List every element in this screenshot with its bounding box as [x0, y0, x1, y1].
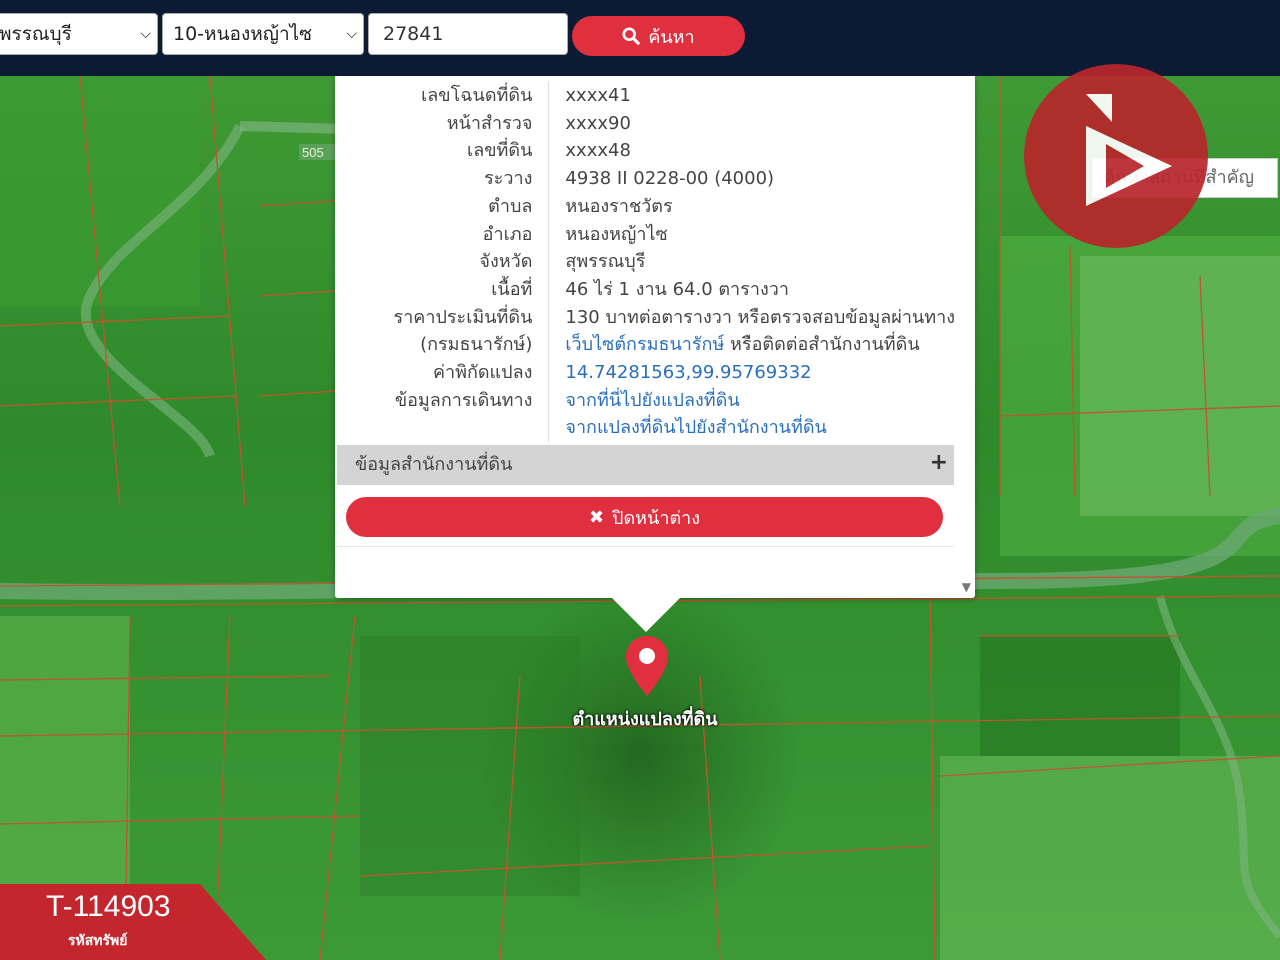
- search-icon: [622, 27, 641, 45]
- info-row: (กรมธนารักษ์) เว็บไซต์กรมธนารักษ์ หรือติ…: [337, 331, 955, 360]
- price-text-continued: หรือติดต่อสำนักงานที่ดิน: [730, 334, 920, 356]
- property-code-label: รหัสทรัพย์: [68, 933, 128, 949]
- info-value: xxxx41: [565, 85, 631, 106]
- brand-logo-mark: [1086, 94, 1172, 206]
- scroll-down-arrow-icon[interactable]: ▼: [962, 580, 971, 594]
- info-label: ระวาง: [337, 165, 550, 193]
- info-label: หน้าสำรวจ: [337, 109, 550, 138]
- search-button-label: ค้นหา: [648, 26, 695, 48]
- info-value: 4938 II 0228-00 (4000): [565, 168, 775, 190]
- district-select-value: 10-หนองหญ้าไซ: [173, 23, 313, 45]
- info-row: จากแปลงที่ดินไปยังสำนักงานที่ดิน: [337, 414, 955, 443]
- price-label: ราคาประเมินที่ดิน: [337, 303, 550, 332]
- property-code: T-114903: [46, 890, 171, 923]
- price-text: 130 บาทต่อตารางวา หรือตรวจสอบข้อมูลผ่านท…: [565, 306, 955, 328]
- brand-logo: [1024, 64, 1208, 248]
- road-number-label: 505: [302, 145, 324, 160]
- coord-label: ค่าพิกัดแปลง: [337, 359, 550, 387]
- close-popup-button[interactable]: ✖ ปิดหน้าต่าง: [346, 497, 943, 537]
- info-value: xxxx90: [565, 112, 631, 134]
- info-row: ราคาประเมินที่ดิน 130 บาทต่อตารางวา หรือ…: [337, 303, 955, 332]
- price-text-cell: เว็บไซต์กรมธนารักษ์ หรือติดต่อสำนักงานที…: [549, 331, 955, 359]
- info-row: ตำบล หนองราชวัตร: [337, 192, 955, 221]
- info-label: จังหวัด: [337, 248, 550, 276]
- info-label: เนื้อที่: [337, 275, 550, 304]
- parcel-info-popup: เลขโฉนดที่ดิน xxxx41 หน้าสำรวจ xxxx90 เลขท…: [335, 76, 975, 598]
- info-label: อำเภอ: [337, 220, 550, 249]
- province-select-value: พรรณบุรี: [0, 23, 72, 45]
- close-icon: ✖: [588, 506, 605, 528]
- info-value: 46 ไร่ 1 งาน 64.0 ตารางวา: [565, 278, 789, 300]
- expand-plus-icon: +: [929, 450, 948, 475]
- chevron-down-icon: ⌵: [140, 26, 151, 42]
- land-office-section-toggle[interactable]: ข้อมูลสำนักงานที่ดิน +: [337, 445, 954, 485]
- info-label: เลขโฉนดที่ดิน: [337, 82, 550, 110]
- district-select[interactable]: 10-หนองหญ้าไซ ⌵: [162, 13, 364, 55]
- info-row: อำเภอ หนองหญ้าไซ: [337, 220, 955, 249]
- map-pin-icon[interactable]: [624, 634, 670, 698]
- marker-label: ตำแหน่งแปลงที่ดิน: [572, 709, 718, 730]
- popup-divider: [337, 546, 954, 547]
- info-row: เลขโฉนดที่ดิน xxxx41: [337, 82, 955, 110]
- search-button[interactable]: ค้นหา: [572, 16, 745, 56]
- coordinate-link[interactable]: 14.74281563,99.95769332: [565, 362, 811, 383]
- info-row: เลขที่ดิน xxxx48: [337, 137, 955, 166]
- price-label-source: (กรมธนารักษ์): [337, 331, 550, 360]
- info-row: เนื้อที่ 46 ไร่ 1 งาน 64.0 ตารางวา: [337, 275, 955, 304]
- parcel-info-table: เลขโฉนดที่ดิน xxxx41 หน้าสำรวจ xxxx90 เลขท…: [337, 82, 955, 443]
- info-value: สุพรรณบุรี: [565, 251, 646, 273]
- info-label: เลขที่ดิน: [337, 137, 550, 166]
- info-row: ระวาง 4938 II 0228-00 (4000): [337, 165, 955, 193]
- info-value: หนองราชวัตร: [565, 195, 673, 217]
- directions-to-office-link[interactable]: จากแปลงที่ดินไปยังสำนักงานที่ดิน: [565, 417, 826, 438]
- info-value: xxxx48: [565, 140, 631, 162]
- deed-number-input[interactable]: [368, 13, 568, 55]
- treasury-website-link[interactable]: เว็บไซต์กรมธนารักษ์: [565, 334, 724, 355]
- travel-label: ข้อมูลการเดินทาง: [337, 386, 550, 415]
- close-popup-label: ปิดหน้าต่าง: [612, 507, 701, 529]
- province-select[interactable]: พรรณบุรี ⌵: [0, 13, 158, 55]
- info-row: จังหวัด สุพรรณบุรี: [337, 248, 955, 276]
- info-label: ตำบล: [337, 192, 550, 221]
- info-row: ข้อมูลการเดินทาง จากที่นี่ไปยังแปลงที่ดิ…: [337, 386, 955, 415]
- land-office-section-label: ข้อมูลสำนักงานที่ดิน: [355, 454, 513, 475]
- info-value: หนองหญ้าไซ: [565, 223, 668, 245]
- travel-label-empty: [337, 414, 550, 443]
- directions-to-parcel-link[interactable]: จากที่นี่ไปยังแปลงที่ดิน: [565, 390, 739, 411]
- info-row: ค่าพิกัดแปลง 14.74281563,99.95769332: [337, 359, 955, 387]
- info-row: หน้าสำรวจ xxxx90: [337, 109, 955, 138]
- chevron-down-icon: ⌵: [346, 26, 357, 42]
- popup-pointer: [612, 598, 680, 632]
